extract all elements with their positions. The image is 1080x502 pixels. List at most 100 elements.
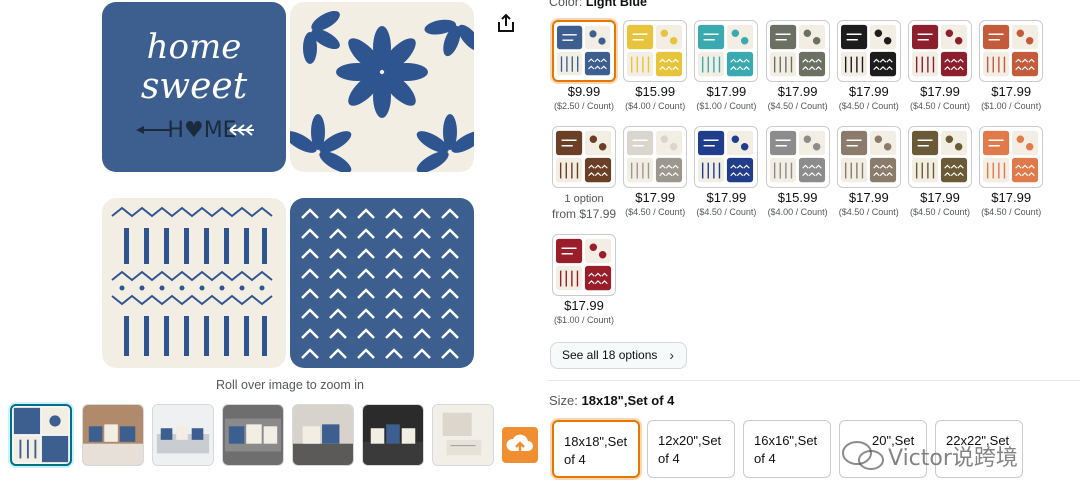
color-swatch[interactable]: $15.99 ($4.00 / Count) bbox=[765, 126, 830, 217]
swatch-unit-price: ($4.00 / Count) bbox=[767, 207, 828, 217]
swatch-unit-price: ($4.50 / Count) bbox=[909, 207, 971, 217]
size-option-button[interactable]: 16x16",Set of 4 bbox=[743, 420, 831, 478]
swatch-image bbox=[765, 126, 830, 188]
swatch-image bbox=[908, 20, 972, 82]
swatch-unit-price: ($4.50 / Count) bbox=[625, 207, 686, 217]
size-option-button[interactable]: 12x20",Set of 4 bbox=[647, 420, 735, 478]
size-option-button[interactable]: 18x18",Set of 4 bbox=[552, 420, 640, 478]
swatch-unit-price: ($4.50 / Count) bbox=[909, 101, 971, 111]
swatch-image bbox=[979, 126, 1044, 188]
swatch-unit-price: ($4.50 / Count) bbox=[767, 101, 828, 111]
color-swatch[interactable]: $17.99 ($1.00 / Count) bbox=[552, 234, 616, 325]
swatch-unit-price: ($2.50 / Count) bbox=[553, 101, 615, 111]
home-sweet-home-art: home sweet H♥ME bbox=[136, 27, 254, 143]
color-swatch[interactable]: $17.99 ($1.00 / Count) bbox=[979, 20, 1044, 111]
share-icon[interactable] bbox=[495, 12, 517, 34]
size-option-line1: 12x20",Set bbox=[658, 433, 722, 448]
section-divider bbox=[548, 380, 1080, 381]
swatch-unit-price: ($4.50 / Count) bbox=[981, 207, 1042, 217]
size-label: Size: 18x18",Set of 4 bbox=[549, 393, 674, 408]
color-swatch[interactable]: 1 option from $17.99 bbox=[552, 126, 616, 222]
swatch-price: $17.99 bbox=[848, 190, 889, 205]
chevron-right-icon: › bbox=[669, 347, 674, 363]
size-option-line2: of 4 bbox=[754, 451, 776, 466]
swatch-price: $17.99 bbox=[920, 84, 960, 99]
swatch-price: $17.99 bbox=[848, 84, 889, 99]
thumbnail-7[interactable] bbox=[432, 404, 494, 466]
zoom-hint: Roll over image to zoom in bbox=[216, 378, 364, 392]
thumbnail-2[interactable] bbox=[82, 404, 144, 466]
swatch-image bbox=[623, 126, 688, 188]
swatch-image bbox=[765, 20, 830, 82]
swatch-image bbox=[836, 126, 901, 188]
color-swatch[interactable]: $15.99 ($4.00 / Count) bbox=[623, 20, 688, 111]
pillow-home-sweet-home: home sweet H♥ME bbox=[102, 2, 286, 172]
swatch-price: $17.99 bbox=[635, 190, 676, 205]
size-option-line2: of 4 bbox=[658, 451, 680, 466]
thumbnail-1[interactable] bbox=[10, 404, 72, 466]
color-swatch[interactable]: $17.99 ($4.50 / Count) bbox=[908, 126, 972, 217]
swatch-unit-price: ($1.00 / Count) bbox=[981, 101, 1042, 111]
size-option-line1: 18x18",Set bbox=[564, 434, 628, 449]
swatch-image bbox=[552, 20, 616, 82]
swatch-image bbox=[552, 126, 616, 188]
swatch-price: $15.99 bbox=[635, 84, 676, 99]
pillow-leaf-pattern bbox=[290, 2, 474, 172]
color-swatch[interactable]: $17.99 ($4.50 / Count) bbox=[623, 126, 688, 217]
watermark-icon bbox=[840, 438, 886, 474]
color-label: Color: Light Blue bbox=[549, 0, 647, 9]
color-swatch[interactable]: $17.99 ($4.50 / Count) bbox=[908, 20, 972, 111]
main-product-image[interactable]: home sweet H♥ME bbox=[96, 0, 486, 372]
swatch-unit-price: ($4.00 / Count) bbox=[625, 101, 686, 111]
swatch-image bbox=[623, 20, 688, 82]
selected-size-value: 18x18",Set of 4 bbox=[581, 393, 675, 408]
swatch-price: $17.99 bbox=[564, 298, 604, 313]
swatch-image bbox=[908, 126, 972, 188]
swatch-unit-price: ($4.50 / Count) bbox=[838, 101, 899, 111]
color-swatch[interactable]: $17.99 ($4.50 / Count) bbox=[836, 20, 901, 111]
size-option-line1: 16x16",Set bbox=[754, 433, 818, 448]
color-swatch[interactable]: $17.99 ($1.00 / Count) bbox=[694, 20, 759, 111]
color-label-prefix: Color: bbox=[549, 0, 583, 9]
color-swatch[interactable]: $17.99 ($4.50 / Count) bbox=[694, 126, 759, 217]
swatch-price: $15.99 bbox=[777, 190, 818, 205]
thumbnail-4[interactable] bbox=[222, 404, 284, 466]
swatch-image bbox=[979, 20, 1044, 82]
pillow-text-home: home bbox=[147, 27, 242, 67]
watermark-text: Victor说跨境 bbox=[888, 446, 1018, 471]
see-all-label: See all 18 options bbox=[562, 348, 658, 362]
swatch-price: $9.99 bbox=[567, 84, 601, 99]
size-label-prefix: Size: bbox=[549, 393, 578, 408]
thumbnail-6[interactable] bbox=[362, 404, 424, 466]
swatch-image bbox=[552, 234, 616, 296]
swatch-price: $17.99 bbox=[777, 84, 818, 99]
size-option-line2: of 4 bbox=[564, 452, 586, 467]
pillow-chevron-pattern bbox=[290, 198, 474, 368]
swatch-image bbox=[836, 20, 901, 82]
upload-icon[interactable] bbox=[502, 427, 538, 463]
swatch-price: $17.99 bbox=[706, 84, 747, 99]
swatch-image bbox=[694, 126, 759, 188]
swatch-option-count: 1 option bbox=[564, 193, 604, 205]
swatch-image bbox=[694, 20, 759, 82]
swatch-unit-price: ($1.00 / Count) bbox=[696, 101, 757, 111]
swatch-price: $17.99 bbox=[991, 84, 1032, 99]
color-swatch[interactable]: $17.99 ($4.50 / Count) bbox=[836, 126, 901, 217]
color-swatch[interactable]: $17.99 ($4.50 / Count) bbox=[765, 20, 830, 111]
color-swatch[interactable]: $9.99 ($2.50 / Count) bbox=[552, 20, 616, 111]
see-all-options-button[interactable]: See all 18 options › bbox=[550, 342, 687, 369]
swatch-unit-price: ($4.50 / Count) bbox=[838, 207, 899, 217]
selected-color-value: Light Blue bbox=[585, 0, 647, 9]
swatch-price: $17.99 bbox=[920, 190, 960, 205]
pillow-text-home-heart: H♥ME bbox=[167, 118, 236, 143]
swatch-unit-price: ($4.50 / Count) bbox=[696, 207, 757, 217]
color-swatch[interactable]: $17.99 ($4.50 / Count) bbox=[979, 126, 1044, 217]
swatch-from-price: from $17.99 bbox=[552, 207, 617, 221]
swatch-unit-price: ($1.00 / Count) bbox=[553, 315, 615, 325]
swatch-price: $17.99 bbox=[706, 190, 747, 205]
thumbnail-3[interactable] bbox=[152, 404, 214, 466]
swatch-price: $17.99 bbox=[991, 190, 1032, 205]
pillow-text-sweet: sweet bbox=[141, 66, 248, 107]
thumbnail-5[interactable] bbox=[292, 404, 354, 466]
pillow-stripe-pattern bbox=[102, 198, 286, 368]
